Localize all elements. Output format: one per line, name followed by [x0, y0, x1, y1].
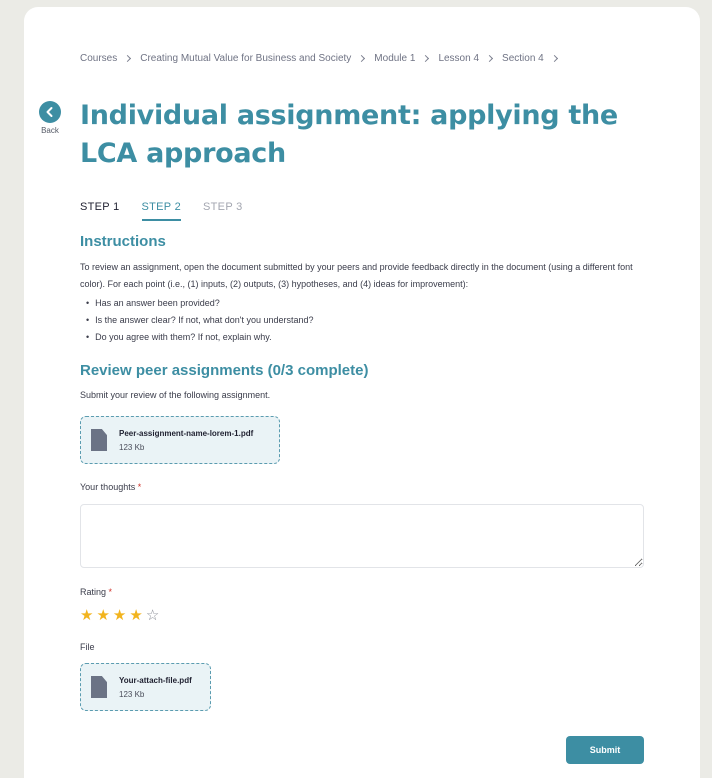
file-size: 123 Kb	[119, 442, 145, 452]
chevron-right-icon	[550, 54, 558, 63]
peer-file-attachment[interactable]: Peer-assignment-name-lorem-1.pdf 123 Kb	[80, 416, 280, 464]
tab-step-3[interactable]: STEP 3	[203, 201, 243, 221]
instructions-heading: Instructions	[80, 233, 166, 250]
review-subtext: Submit your review of the following assi…	[80, 390, 271, 400]
rating-label-text: Rating	[80, 587, 107, 597]
file-name: Peer-assignment-name-lorem-1.pdf	[119, 428, 254, 438]
list-item: Is the answer clear? If not, what don't …	[86, 312, 313, 329]
file-size: 123 Kb	[119, 689, 145, 699]
breadcrumb-item-courses[interactable]: Courses	[80, 53, 117, 64]
star-icon[interactable]: ★	[113, 608, 126, 623]
breadcrumb: Courses Creating Mutual Value for Busine…	[80, 53, 567, 64]
required-mark: *	[108, 587, 113, 597]
back-label: Back	[41, 126, 59, 135]
star-icon[interactable]: ★	[129, 608, 142, 623]
back-button[interactable]: Back	[38, 101, 62, 135]
file-icon	[91, 676, 107, 698]
file-icon	[91, 429, 107, 451]
file-name: Your-attach-file.pdf	[119, 675, 192, 685]
star-icon[interactable]: ★	[96, 608, 109, 623]
instructions-text: To review an assignment, open the docume…	[80, 262, 633, 289]
attached-file[interactable]: Your-attach-file.pdf 123 Kb	[80, 663, 211, 711]
star-icon[interactable]: ★	[80, 608, 93, 623]
instructions-list: Has an answer been provided? Is the answ…	[86, 295, 314, 346]
thoughts-textarea[interactable]	[80, 504, 644, 568]
breadcrumb-item-section[interactable]: Section 4	[502, 53, 544, 64]
tab-step-2[interactable]: STEP 2	[141, 201, 182, 221]
breadcrumb-item-module[interactable]: Module 1	[374, 53, 415, 64]
chevron-right-icon	[485, 54, 494, 63]
thoughts-label-text: Your thoughts	[80, 482, 136, 492]
chevron-right-icon	[422, 54, 430, 63]
back-arrow-icon	[39, 101, 61, 123]
submit-button[interactable]: Submit	[566, 736, 644, 764]
star-outline-icon[interactable]: ☆	[146, 608, 159, 623]
thoughts-label: Your thoughts *	[80, 482, 141, 492]
chevron-right-icon	[358, 54, 366, 63]
required-mark: *	[137, 482, 142, 492]
list-item: Do you agree with them? If not, explain …	[86, 329, 314, 346]
list-item: Has an answer been provided?	[86, 295, 314, 312]
breadcrumb-item-course[interactable]: Creating Mutual Value for Business and S…	[140, 53, 351, 64]
assignment-card: Courses Creating Mutual Value for Busine…	[24, 7, 700, 778]
chevron-right-icon	[124, 54, 132, 63]
tab-step-1[interactable]: STEP 1	[80, 201, 120, 221]
rating-stars: ★ ★ ★ ★ ☆	[80, 608, 159, 623]
step-tabs: STEP 1 STEP 2 STEP 3	[80, 201, 243, 221]
review-heading: Review peer assignments (0/3 complete)	[80, 362, 369, 379]
breadcrumb-item-lesson[interactable]: Lesson 4	[438, 53, 479, 64]
page-title: Individual assignment: applying the LCA …	[80, 100, 618, 169]
rating-label: Rating *	[80, 587, 112, 597]
file-label: File	[80, 642, 95, 652]
